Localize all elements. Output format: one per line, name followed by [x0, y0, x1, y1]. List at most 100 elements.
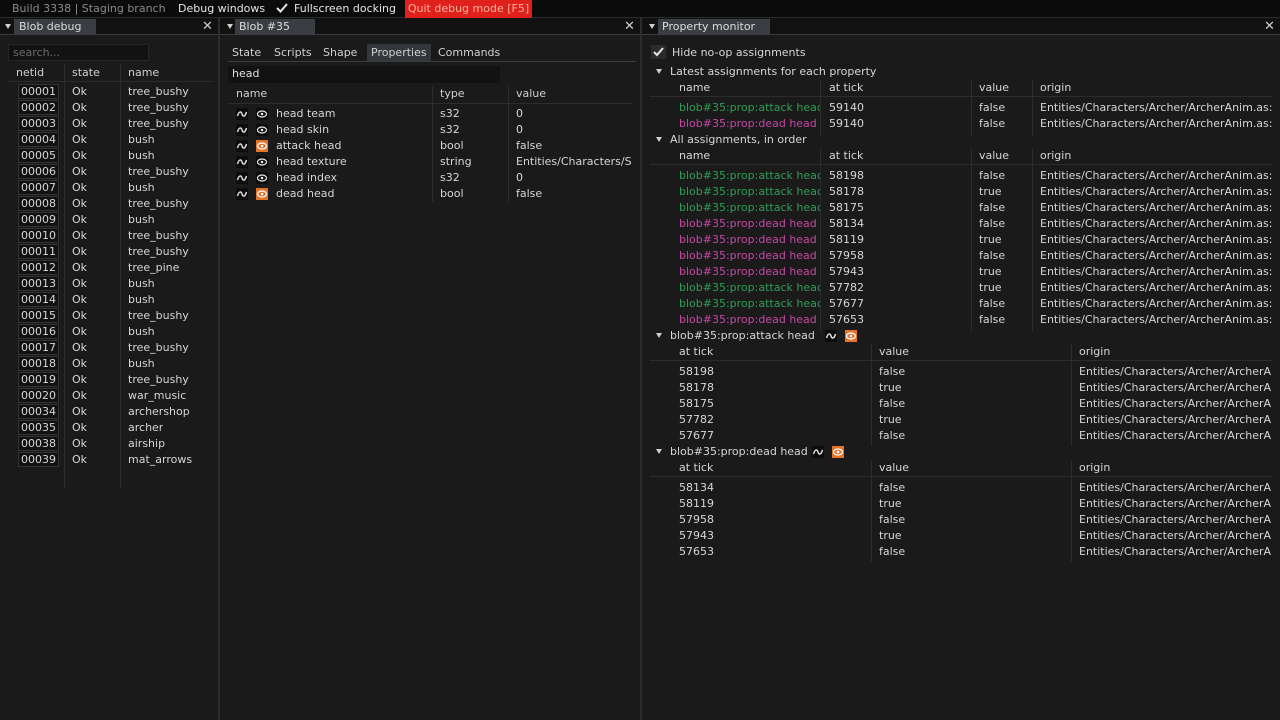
table-row[interactable]: 00017 Ok tree_bushy: [8, 340, 213, 356]
panel-menu-icon[interactable]: [0, 20, 14, 34]
track-changes-icon[interactable]: [236, 156, 248, 168]
col-header-origin[interactable]: origin: [1079, 461, 1110, 474]
table-row[interactable]: 00039 Ok mat_arrows: [8, 452, 213, 468]
watch-eye-icon[interactable]: [256, 140, 268, 152]
close-icon[interactable]: ✕: [202, 19, 213, 34]
col-header-name[interactable]: name: [679, 149, 710, 162]
track-changes-icon[interactable]: [824, 330, 837, 342]
table-row[interactable]: 00010 Ok tree_bushy: [8, 228, 213, 244]
latest-assignments-section-title[interactable]: Latest assignments for each property: [670, 65, 876, 78]
col-header-origin[interactable]: origin: [1079, 345, 1110, 358]
col-header-origin[interactable]: origin: [1040, 149, 1071, 162]
history-row[interactable]: 58119 true Entities/Characters/Archer/Arch…: [650, 496, 1272, 512]
watch-eye-icon[interactable]: [256, 108, 268, 120]
col-header-name[interactable]: name: [236, 87, 267, 100]
col-header-at-tick[interactable]: at tick: [679, 461, 713, 474]
history-row[interactable]: 57782 true Entities/Characters/Archer/Arch…: [650, 412, 1272, 428]
table-row[interactable]: 00011 Ok tree_bushy: [8, 244, 213, 260]
table-row[interactable]: 00012 Ok tree_pine: [8, 260, 213, 276]
table-row[interactable]: 00016 Ok bush: [8, 324, 213, 340]
track-changes-icon[interactable]: [236, 140, 248, 152]
close-icon[interactable]: ✕: [1264, 19, 1275, 34]
col-header-value[interactable]: value: [979, 149, 1009, 162]
assignment-row[interactable]: blob#35:prop:attack head 57677 false Entiti…: [650, 296, 1272, 312]
all-assignments-section-title[interactable]: All assignments, in order: [670, 133, 807, 146]
watch-eye-icon[interactable]: [256, 124, 268, 136]
fullscreen-docking-toggle[interactable]: Fullscreen docking: [276, 0, 396, 18]
watch-eye-icon[interactable]: [832, 446, 845, 458]
property-row[interactable]: head index s32 0: [228, 170, 632, 186]
search-input[interactable]: search...: [8, 44, 149, 61]
table-row[interactable]: 00013 Ok bush: [8, 276, 213, 292]
table-row[interactable]: 00008 Ok tree_bushy: [8, 196, 213, 212]
assignment-row[interactable]: blob#35:prop:attack head 58175 false Entiti…: [650, 200, 1272, 216]
track-changes-icon[interactable]: [236, 108, 248, 120]
history-row[interactable]: 57943 true Entities/Characters/Archer/Arch…: [650, 528, 1272, 544]
assignment-row[interactable]: blob#35:prop:attack head 57782 true Entitie…: [650, 280, 1272, 296]
tab-blob-35[interactable]: Blob #35: [235, 19, 315, 34]
assignment-row[interactable]: blob#35:prop:dead head 58134 false Entities…: [650, 216, 1272, 232]
col-header-name[interactable]: name: [128, 66, 159, 79]
col-header-value[interactable]: value: [516, 87, 546, 100]
close-icon[interactable]: ✕: [624, 19, 635, 34]
quit-debug-button[interactable]: Quit debug mode [F5]: [405, 0, 532, 18]
assignment-row[interactable]: blob#35:prop:attack head 59140 false Entiti…: [650, 100, 1272, 116]
assignment-row[interactable]: blob#35:prop:dead head 57653 false Entities…: [650, 312, 1272, 328]
track-changes-icon[interactable]: [236, 172, 248, 184]
table-row[interactable]: 00009 Ok bush: [8, 212, 213, 228]
table-row[interactable]: 00019 Ok tree_bushy: [8, 372, 213, 388]
col-header-name[interactable]: name: [679, 81, 710, 94]
hide-noop-checkbox[interactable]: [651, 45, 666, 59]
table-row[interactable]: 00006 Ok tree_bushy: [8, 164, 213, 180]
table-row[interactable]: 00007 Ok bush: [8, 180, 213, 196]
history-row[interactable]: 58175 false Entities/Characters/Archer/Arc…: [650, 396, 1272, 412]
track-changes-icon[interactable]: [812, 446, 825, 458]
panel-splitter[interactable]: [640, 18, 642, 720]
tab-commands[interactable]: Commands: [434, 44, 504, 61]
debug-windows-menu[interactable]: Debug windows: [178, 0, 265, 18]
history-row[interactable]: 57958 false Entities/Characters/Archer/Arc…: [650, 512, 1272, 528]
property-row[interactable]: attack head bool false: [228, 138, 632, 154]
table-row[interactable]: 00014 Ok bush: [8, 292, 213, 308]
assignment-row[interactable]: blob#35:prop:dead head 58119 true Entities/…: [650, 232, 1272, 248]
panel-menu-icon[interactable]: [644, 20, 658, 34]
track-changes-icon[interactable]: [236, 188, 248, 200]
attack-head-section-toggle[interactable]: [656, 328, 666, 344]
assignment-row[interactable]: blob#35:prop:dead head 57943 true Entities/…: [650, 264, 1272, 280]
history-row[interactable]: 58178 true Entities/Characters/Archer/Arch…: [650, 380, 1272, 396]
table-row[interactable]: 00003 Ok tree_bushy: [8, 116, 213, 132]
property-row[interactable]: head texture string Entities/Characters/Sp: [228, 154, 632, 170]
tab-blob-debug[interactable]: Blob debug: [14, 19, 96, 34]
watch-eye-icon[interactable]: [256, 172, 268, 184]
attack-head-section-title[interactable]: blob#35:prop:attack head: [670, 329, 815, 342]
property-row[interactable]: head skin s32 0: [228, 122, 632, 138]
dead-head-section-toggle[interactable]: [656, 444, 666, 460]
col-header-value[interactable]: value: [979, 81, 1009, 94]
col-header-value[interactable]: value: [879, 461, 909, 474]
watch-eye-icon[interactable]: [256, 188, 268, 200]
history-row[interactable]: 57677 false Entities/Characters/Archer/Arc…: [650, 428, 1272, 444]
table-row[interactable]: 00001 Ok tree_bushy: [8, 84, 213, 100]
table-row[interactable]: 00035 Ok archer: [8, 420, 213, 436]
latest-assignments-section-toggle[interactable]: [656, 64, 666, 80]
property-filter-input[interactable]: head: [228, 66, 500, 83]
table-row[interactable]: 00038 Ok airship: [8, 436, 213, 452]
table-row[interactable]: 00004 Ok bush: [8, 132, 213, 148]
col-header-type[interactable]: type: [440, 87, 465, 100]
property-row[interactable]: dead head bool false: [228, 186, 632, 202]
table-row[interactable]: 00020 Ok war_music: [8, 388, 213, 404]
table-row[interactable]: 00034 Ok archershop: [8, 404, 213, 420]
property-row[interactable]: head team s32 0: [228, 106, 632, 122]
history-row[interactable]: 58198 false Entities/Characters/Archer/Arc…: [650, 364, 1272, 380]
table-row[interactable]: 00002 Ok tree_bushy: [8, 100, 213, 116]
tab-scripts[interactable]: Scripts: [270, 44, 316, 61]
table-row[interactable]: 00005 Ok bush: [8, 148, 213, 164]
table-row[interactable]: 00018 Ok bush: [8, 356, 213, 372]
table-row[interactable]: 00015 Ok tree_bushy: [8, 308, 213, 324]
history-row[interactable]: 57653 false Entities/Characters/Archer/Arc…: [650, 544, 1272, 560]
col-header-at-tick[interactable]: at tick: [829, 81, 863, 94]
panel-menu-icon[interactable]: [222, 20, 236, 34]
tab-shape[interactable]: Shape: [319, 44, 361, 61]
col-header-origin[interactable]: origin: [1040, 81, 1071, 94]
assignment-row[interactable]: blob#35:prop:attack head 58178 true Entitie…: [650, 184, 1272, 200]
